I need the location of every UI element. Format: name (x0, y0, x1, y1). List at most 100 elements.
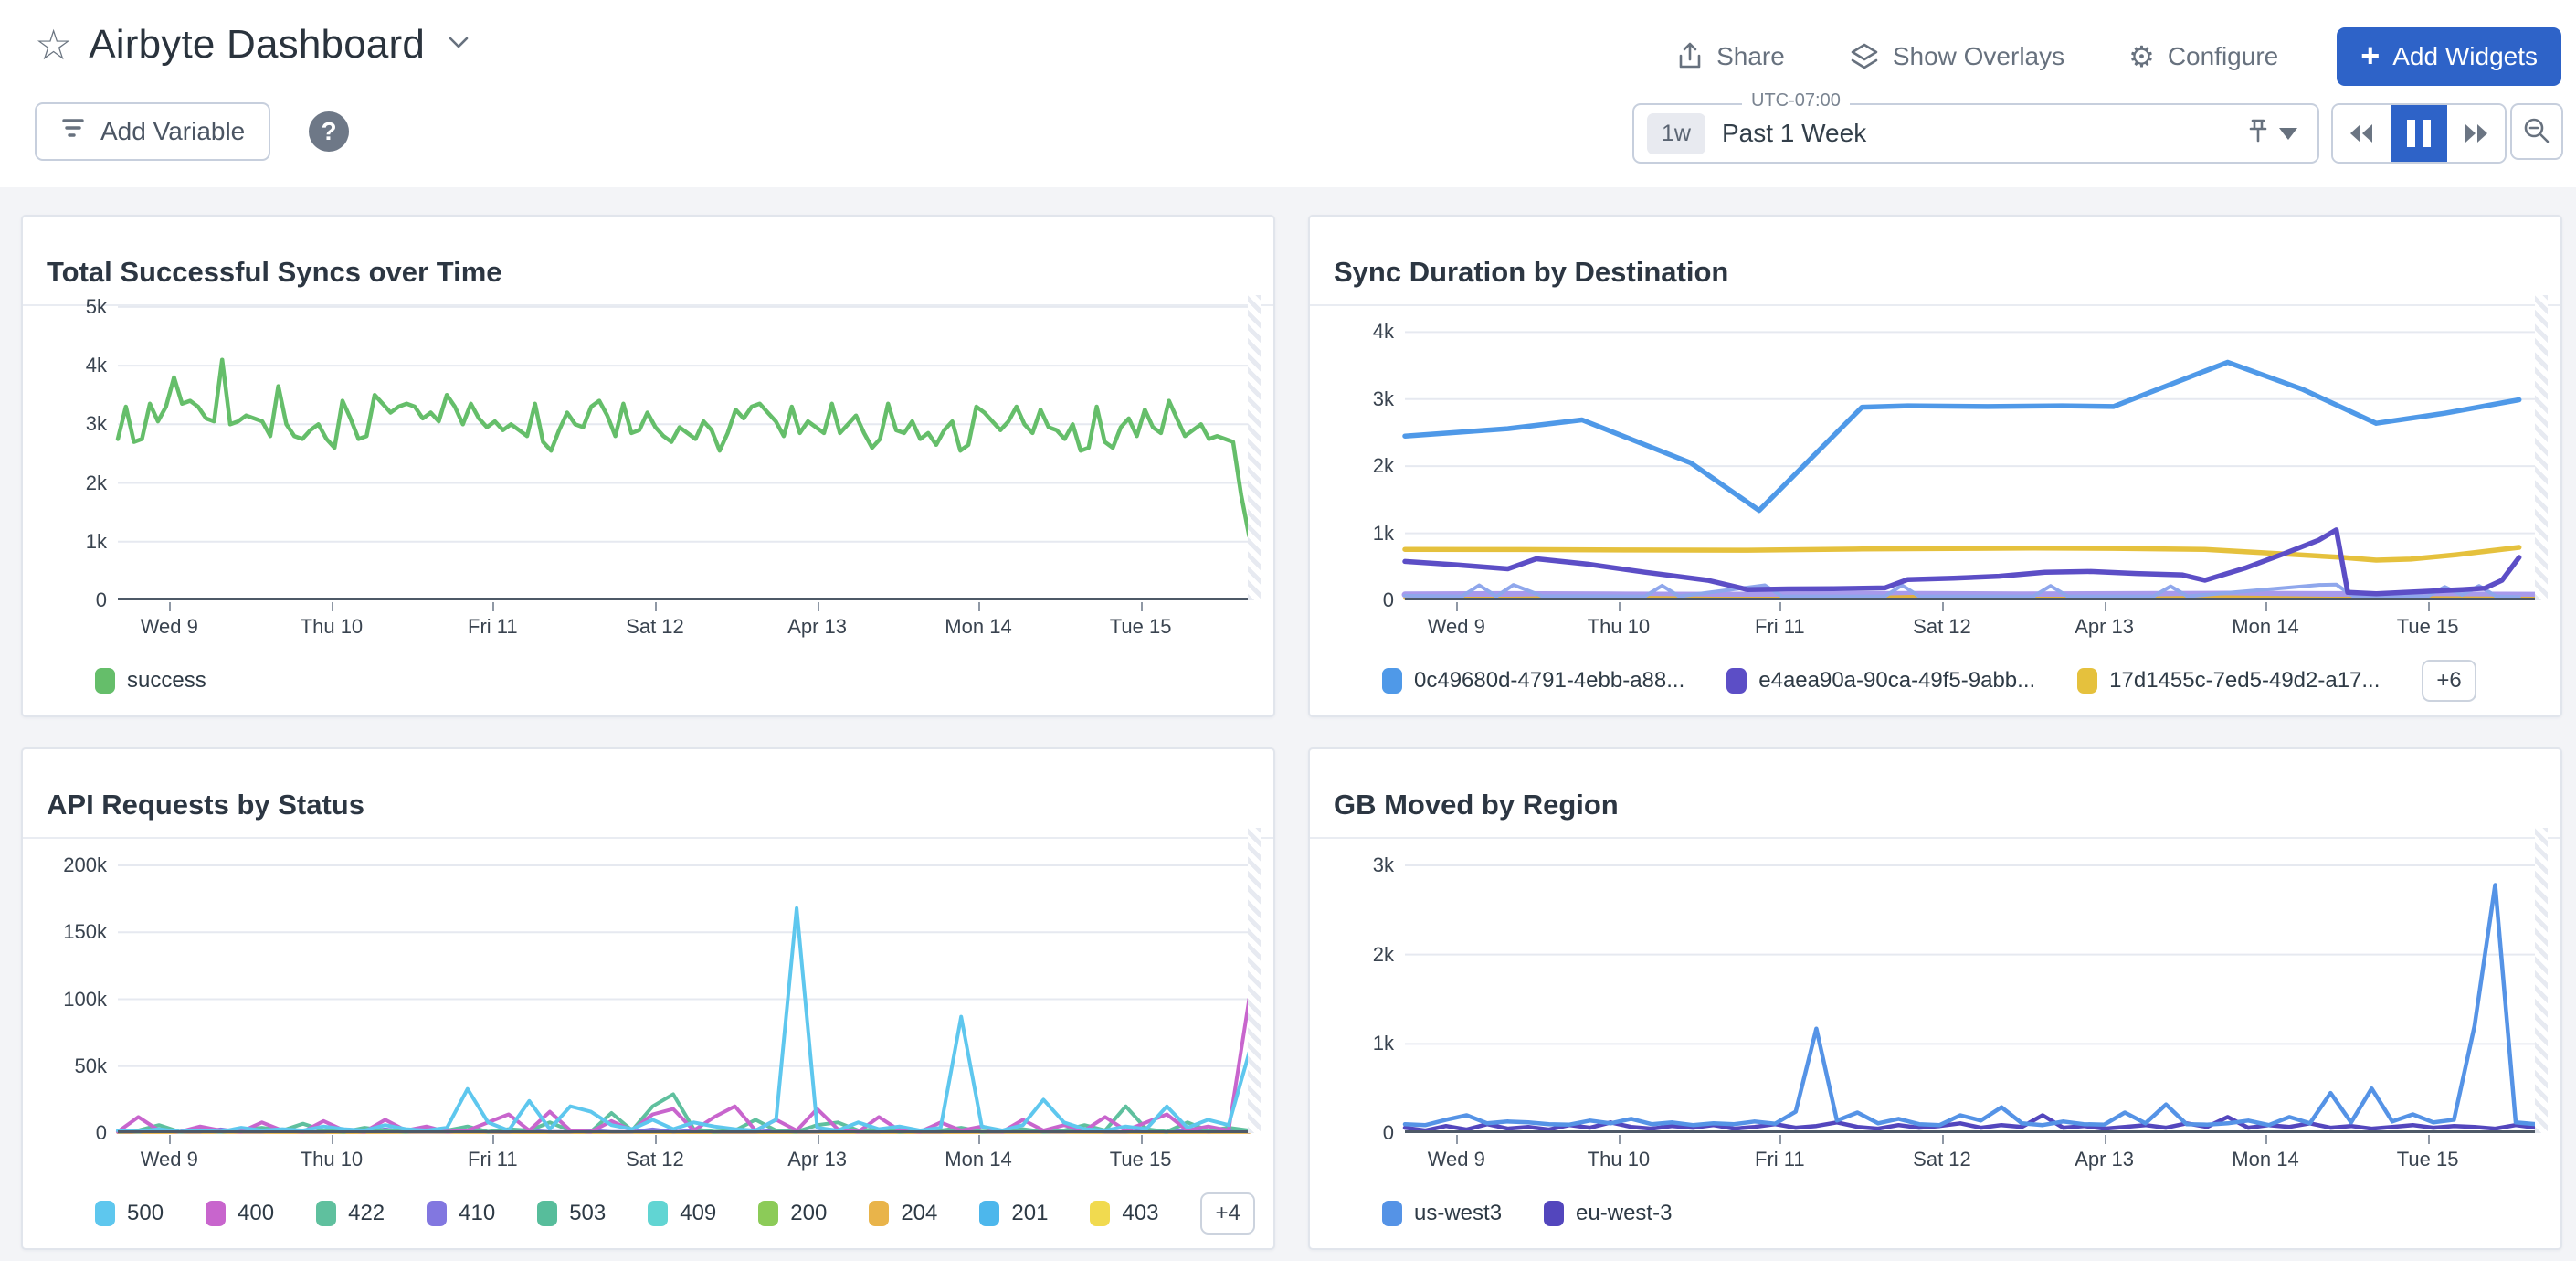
legend-swatch (1382, 1201, 1402, 1226)
legend-item[interactable]: e4aea90a-90ca-49f5-9abb... (1726, 668, 2035, 694)
legend-label: 400 (238, 1201, 274, 1226)
configure-button[interactable]: ⚙ Configure (2123, 41, 2284, 72)
magnifier-minus-icon (2522, 116, 2551, 148)
time-forward-button[interactable] (2447, 105, 2505, 162)
legend-item[interactable]: 200 (758, 1201, 827, 1226)
x-tick-label: Thu 10 (301, 1148, 364, 1171)
x-tick-mark (2428, 602, 2430, 611)
time-rewind-button[interactable] (2333, 105, 2391, 162)
x-tick-label: Sat 12 (626, 1148, 684, 1171)
legend-item[interactable]: 201 (979, 1201, 1048, 1226)
series-success (118, 360, 1250, 536)
overlays-layers-icon (1849, 42, 1880, 71)
legend-swatch (1382, 668, 1402, 694)
time-range-selector[interactable]: UTC-07:00 1w Past 1 Week (1632, 103, 2319, 164)
legend-item[interactable]: 400 (206, 1201, 274, 1226)
plot-region[interactable] (1405, 828, 2548, 1133)
x-tick-mark (818, 602, 819, 611)
chart-canvas[interactable] (118, 828, 1261, 1133)
y-tick-label: 0 (30, 1121, 107, 1145)
y-tick-label: 3k (1317, 387, 1394, 411)
x-tick-label: Fri 11 (1755, 615, 1805, 639)
legend-item[interactable]: 410 (427, 1201, 495, 1226)
x-tick-mark (1619, 1135, 1621, 1144)
legend-item[interactable]: 503 (537, 1201, 606, 1226)
time-dropdown-caret-icon[interactable] (2279, 128, 2297, 140)
legend-item[interactable]: 500 (95, 1201, 164, 1226)
time-range-shortcut[interactable]: 1w (1647, 113, 1705, 154)
page-title: Airbyte Dashboard (89, 22, 425, 68)
legend-label: 422 (348, 1201, 385, 1226)
x-tick-mark (818, 1135, 819, 1144)
chart-area: 01k2k3kWed 9Thu 10Fri 11Sat 12Apr 13Mon … (1310, 815, 2560, 1179)
chart-canvas[interactable] (1405, 828, 2548, 1133)
legend-more-badge[interactable]: +4 (1200, 1192, 1254, 1235)
share-button[interactable]: Share (1671, 41, 1790, 72)
legend-swatch (537, 1201, 557, 1226)
y-tick-label: 2k (30, 472, 107, 495)
x-tick-label: Tue 15 (2397, 615, 2459, 639)
y-tick-label: 0 (1317, 588, 1394, 612)
x-tick-mark (332, 1135, 333, 1144)
x-tick-label: Wed 9 (141, 1148, 198, 1171)
legend-label: 403 (1122, 1201, 1158, 1226)
legend-item[interactable]: us-west3 (1382, 1201, 1502, 1226)
legend-more-badge[interactable]: +6 (2422, 660, 2476, 702)
legend-item[interactable]: 409 (648, 1201, 716, 1226)
title-menu-chevron-down-icon[interactable] (447, 35, 470, 56)
widget-total-successful-syncs: Total Successful Syncs over Time 01k2k3k… (21, 215, 1275, 717)
x-tick-mark (1779, 602, 1781, 611)
add-widgets-button[interactable]: + Add Widgets (2337, 27, 2561, 86)
x-tick-label: Apr 13 (787, 615, 847, 639)
x-tick-mark (978, 602, 980, 611)
dashboard-title-row: ☆ Airbyte Dashboard (35, 22, 470, 68)
legend-swatch (1544, 1201, 1564, 1226)
favorite-star-icon[interactable]: ☆ (35, 24, 72, 66)
show-overlays-button[interactable]: Show Overlays (1843, 41, 2070, 72)
legend-label: 17d1455c-7ed5-49d2-a17... (2109, 668, 2380, 694)
chart-area: 01k2k3k4kWed 9Thu 10Fri 11Sat 12Apr 13Mo… (1310, 282, 2560, 646)
legend-item[interactable]: eu-west-3 (1544, 1201, 1672, 1226)
legend-swatch (1726, 668, 1747, 694)
y-tick-label: 2k (1317, 454, 1394, 478)
zoom-out-button[interactable] (2510, 103, 2563, 160)
y-tick-label: 4k (1317, 320, 1394, 344)
x-tick-mark (1456, 602, 1458, 611)
series-e4aea90a-90ca-49f5-9abb... (1405, 530, 2519, 594)
legend-swatch (648, 1201, 668, 1226)
legend-item[interactable]: success (95, 668, 206, 694)
x-tick-mark (1942, 602, 1944, 611)
y-tick-label: 200k (30, 853, 107, 877)
help-icon[interactable]: ? (309, 111, 349, 152)
x-tick-label: Wed 9 (1428, 615, 1485, 639)
legend: us-west3 eu-west-3 (1382, 1179, 2539, 1248)
legend-item[interactable]: 422 (316, 1201, 385, 1226)
add-variable-button[interactable]: Add Variable (35, 102, 270, 161)
pin-icon[interactable] (2244, 117, 2272, 151)
legend-item[interactable]: 204 (869, 1201, 937, 1226)
legend-item[interactable]: 17d1455c-7ed5-49d2-a17... (2077, 668, 2380, 694)
plot-region[interactable] (118, 295, 1261, 600)
plot-region[interactable] (118, 828, 1261, 1133)
plus-icon: + (2360, 39, 2380, 72)
legend-item[interactable]: 0c49680d-4791-4ebb-a88... (1382, 668, 1684, 694)
future-hatch-band (2535, 828, 2548, 1133)
chart-canvas[interactable] (118, 295, 1261, 600)
legend-item[interactable]: 403 (1090, 1201, 1158, 1226)
time-pause-button[interactable] (2391, 105, 2448, 162)
legend-swatch (427, 1201, 447, 1226)
legend-label: e4aea90a-90ca-49f5-9abb... (1758, 668, 2035, 694)
legend: success (95, 646, 1251, 715)
series-0c49680d-4791-4ebb-a88... (1405, 362, 2519, 510)
legend-swatch (206, 1201, 226, 1226)
legend: 0c49680d-4791-4ebb-a88... e4aea90a-90ca-4… (1382, 646, 2539, 715)
x-tick-mark (2265, 602, 2267, 611)
x-tick-mark (1141, 602, 1143, 611)
widget-sync-duration-by-destination: Sync Duration by Destination 01k2k3k4kWe… (1308, 215, 2562, 717)
x-tick-label: Thu 10 (1588, 615, 1651, 639)
plot-region[interactable] (1405, 295, 2548, 600)
series-17d1455c-7ed5-49d2-a17... (1405, 547, 2519, 560)
x-tick-label: Fri 11 (468, 615, 518, 639)
x-tick-mark (1141, 1135, 1143, 1144)
chart-canvas[interactable] (1405, 295, 2548, 600)
